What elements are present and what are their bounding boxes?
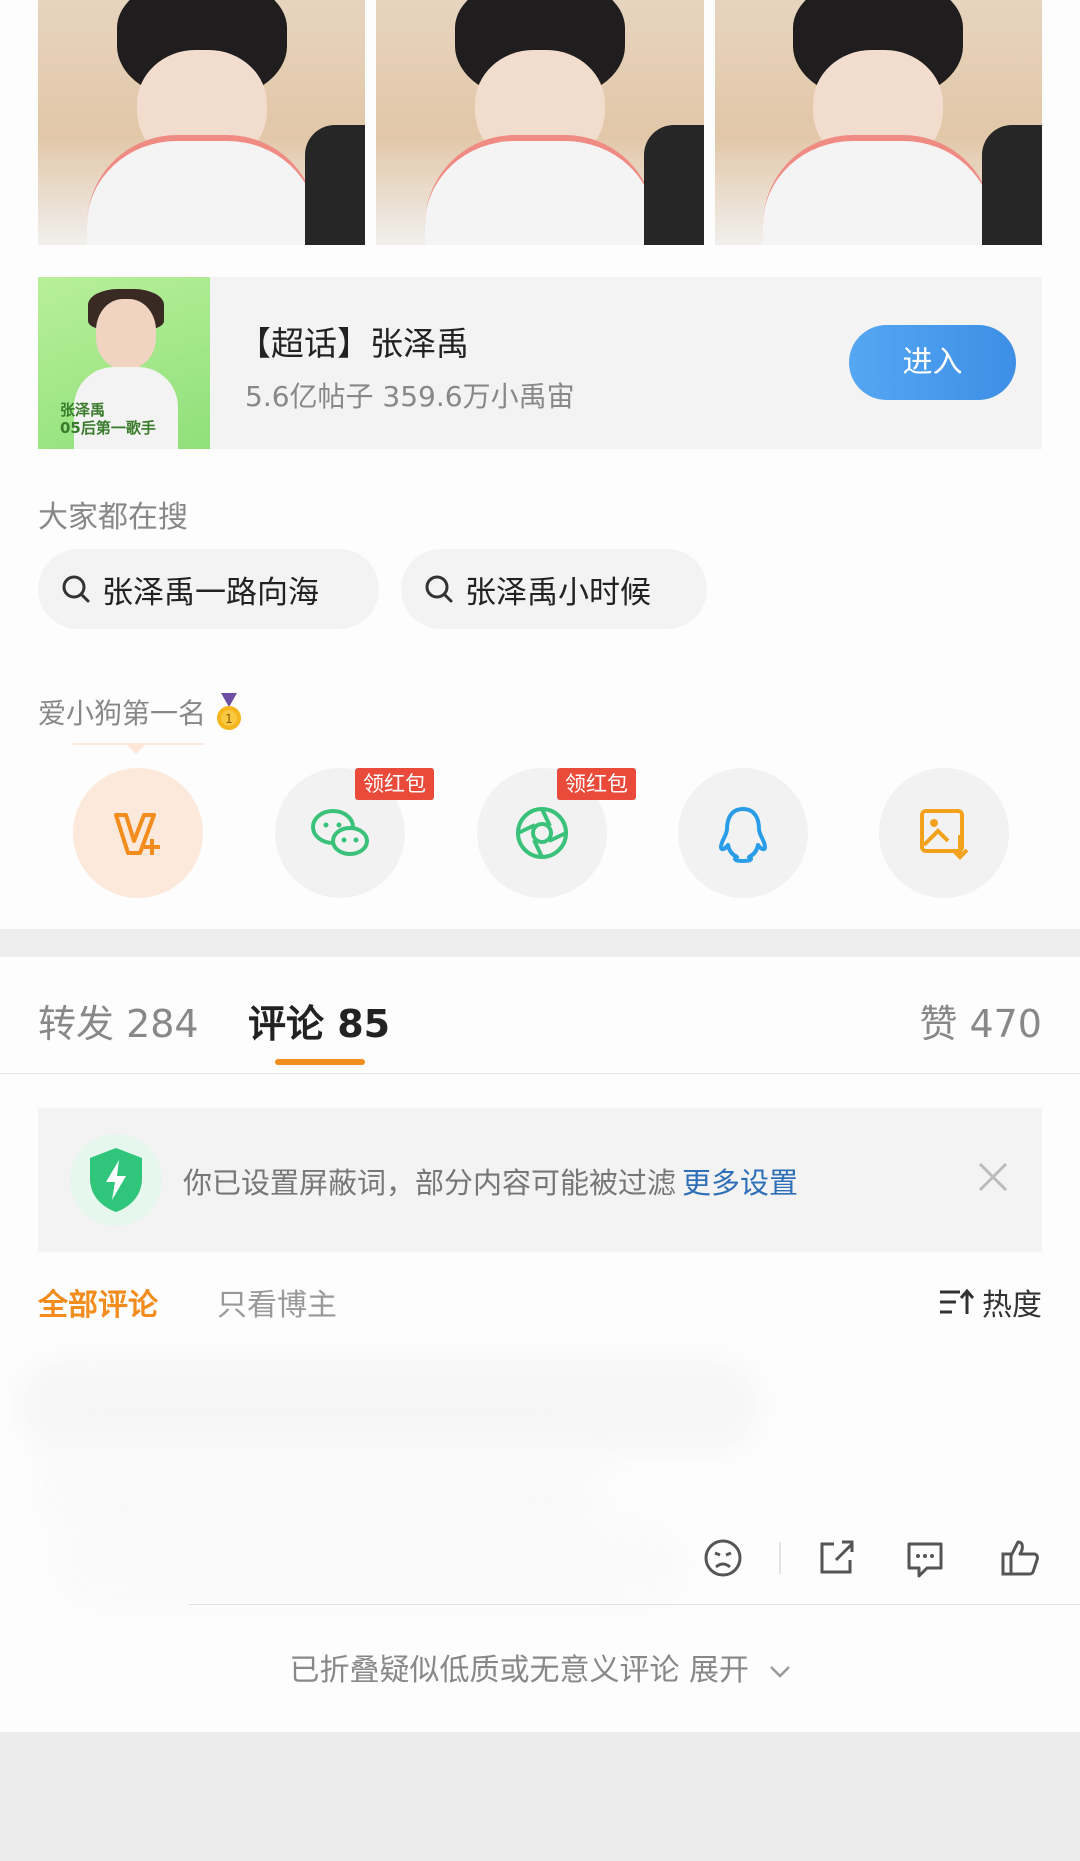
red-packet-badge: 领红包 (355, 768, 434, 800)
more-settings-link[interactable]: 更多设置 (682, 1166, 798, 1200)
tab-likes[interactable]: 赞 470 (919, 993, 1042, 1048)
share-user-name: 爱小狗第一名 (38, 697, 207, 730)
medal-icon: 1 (217, 693, 242, 730)
tab-comments[interactable]: 评论 85 (248, 993, 390, 1048)
sad-face-icon (704, 1539, 742, 1577)
search-icon (60, 573, 92, 605)
blurred-comment (40, 1440, 600, 1530)
vplus-icon (114, 813, 160, 855)
folded-comments-toggle[interactable]: 已折叠疑似低质或无意义评论 展开 (0, 1645, 1080, 1689)
comment-divider (188, 1604, 1080, 1605)
topic-cover-image: 张泽禹 05后第一歌手 (38, 277, 210, 449)
filter-notice: 你已设置屏蔽词，部分内容可能被过滤 更多设置 (38, 1108, 1042, 1252)
active-tab-indicator (275, 1059, 365, 1065)
topic-cover-text: 张泽禹 05后第一歌手 (60, 401, 156, 437)
footer-area (0, 1732, 1080, 1861)
close-icon[interactable] (976, 1160, 1010, 1194)
shield-icon (70, 1134, 162, 1226)
section-divider (0, 929, 1080, 957)
share-vplus-button[interactable] (73, 768, 203, 898)
blurred-comment (60, 1530, 680, 1600)
search-icon (423, 573, 455, 605)
search-chip-label: 张泽禹小时候 (465, 574, 651, 611)
tab-repost[interactable]: 转发 284 (38, 993, 199, 1048)
search-chip-label: 张泽禹一路向海 (102, 574, 319, 611)
share-user-label: 爱小狗第一名 1 (38, 692, 242, 732)
svg-text:1: 1 (225, 712, 233, 726)
save-image-icon (920, 809, 969, 860)
filter-author-only[interactable]: 只看博主 (217, 1280, 337, 1324)
photo-3[interactable] (714, 0, 1042, 245)
wechat-icon (311, 809, 369, 856)
blurred-comment (20, 1360, 760, 1450)
photo-grid (38, 0, 1042, 245)
selected-indicator-caret (126, 744, 146, 754)
tab-divider (0, 1073, 1080, 1074)
filter-all-comments[interactable]: 全部评论 (38, 1280, 158, 1324)
reply-button[interactable] (903, 1536, 947, 1580)
trending-search-title: 大家都在搜 (38, 500, 188, 535)
topic-title: 【超话】张泽禹 (238, 324, 469, 363)
search-chip[interactable]: 张泽禹一路向海 (38, 549, 379, 629)
like-button[interactable] (998, 1536, 1042, 1580)
super-topic-card[interactable]: 张泽禹 05后第一歌手 【超话】张泽禹 5.6亿帖子 359.6万小禹宙 进入 (38, 277, 1042, 449)
photo-2[interactable] (376, 0, 704, 245)
notice-message: 你已设置屏蔽词，部分内容可能被过滤 更多设置 (183, 1160, 798, 1202)
photo-1[interactable] (38, 0, 366, 245)
share-save-image-button[interactable] (879, 768, 1009, 898)
notice-text: 你已设置屏蔽词，部分内容可能被过滤 (183, 1166, 677, 1200)
dislike-button[interactable] (701, 1536, 745, 1580)
moments-icon (516, 807, 568, 859)
folded-comments-text: 已折叠疑似低质或无意义评论 展开 (289, 1653, 749, 1688)
comment-icon (907, 1542, 943, 1578)
share-icon (820, 1540, 854, 1574)
sort-button[interactable]: 热度 (938, 1280, 1042, 1324)
share-comment-button[interactable] (814, 1536, 858, 1580)
search-chip[interactable]: 张泽禹小时候 (401, 549, 707, 629)
red-packet-badge: 领红包 (557, 768, 636, 800)
sort-icon (940, 1288, 974, 1314)
share-qq-button[interactable] (678, 768, 808, 898)
topic-stats: 5.6亿帖子 359.6万小禹宙 (245, 380, 575, 413)
enter-button[interactable]: 进入 (849, 325, 1016, 400)
chevron-down-icon (769, 1665, 790, 1678)
sort-label: 热度 (982, 1288, 1042, 1323)
thumbs-up-icon (1001, 1540, 1039, 1576)
qq-icon (719, 807, 767, 863)
action-divider (779, 1542, 781, 1574)
